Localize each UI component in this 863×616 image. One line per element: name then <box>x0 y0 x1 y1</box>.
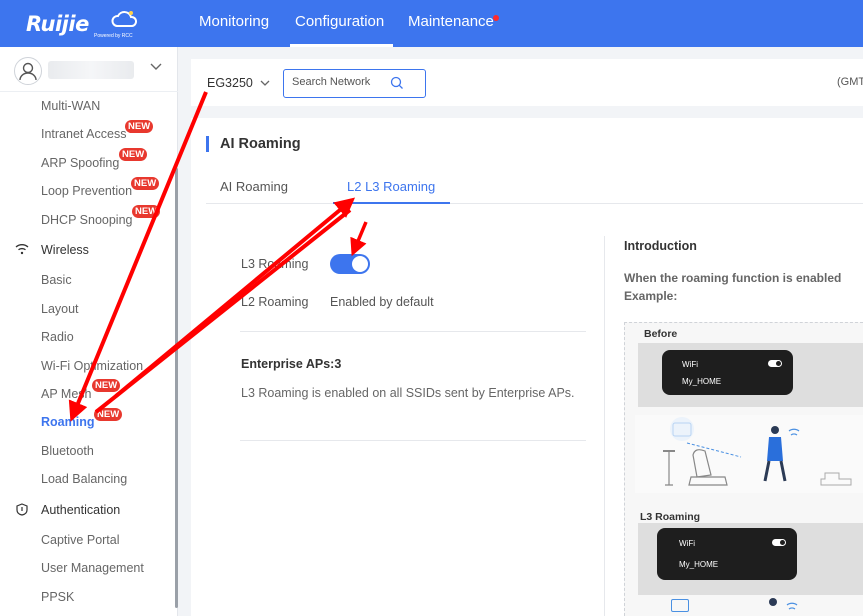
roaming-scene-icon <box>635 415 863 493</box>
new-badge: NEW <box>132 205 161 218</box>
sidebar-item-bluetooth[interactable]: Bluetooth <box>41 444 94 458</box>
nav-monitoring[interactable]: Monitoring <box>199 13 269 30</box>
phone-wifi-label: WiFi <box>682 360 698 369</box>
new-badge: NEW <box>125 120 154 133</box>
main-panel: AI Roaming AI Roaming L2 L3 Roaming L3 R… <box>191 118 863 616</box>
sidebar-scrollbar[interactable] <box>175 168 178 608</box>
section-title-accent <box>206 136 209 152</box>
introduction-text: When the roaming function is enabled Exa… <box>624 269 863 305</box>
new-badge: NEW <box>119 148 148 161</box>
search-icon[interactable] <box>390 76 404 90</box>
toolbar: EG3250 (GMT <box>191 59 863 106</box>
device-selector[interactable]: EG3250 <box>207 76 253 90</box>
introduction-line: When the roaming function is enabled <box>624 271 842 285</box>
sidebar-item-user-management[interactable]: User Management <box>41 561 144 575</box>
shield-icon <box>16 503 28 516</box>
l2-roaming-value: Enabled by default <box>330 295 434 309</box>
nav-maintenance[interactable]: Maintenance <box>408 13 494 30</box>
logo-text: Ruijie <box>26 12 89 36</box>
before-label: Before <box>644 328 678 340</box>
enterprise-aps-description: L3 Roaming is enabled on all SSIDs sent … <box>241 386 575 400</box>
top-nav-bar: Ruijie Powered by RCC Monitoring Configu… <box>0 0 863 47</box>
logo-tagline: Powered by RCC <box>94 33 133 39</box>
chevron-down-icon[interactable] <box>259 79 271 87</box>
tab-l2-l3-roaming[interactable]: L2 L3 Roaming <box>347 179 435 194</box>
enterprise-aps-title: Enterprise APs:3 <box>241 357 342 371</box>
sidebar-item-loop-prevention[interactable]: Loop Prevention <box>41 184 132 198</box>
sidebar-item-basic[interactable]: Basic <box>41 273 72 287</box>
tab-ai-roaming[interactable]: AI Roaming <box>220 179 288 194</box>
user-menu[interactable] <box>0 47 178 92</box>
phone-wifi-label: WiFi <box>679 539 695 548</box>
sidebar: Multi-WAN Intranet Access NEW ARP Spoofi… <box>0 47 178 616</box>
phone-mockup: WiFi My_HOME <box>657 528 797 580</box>
new-badge: NEW <box>94 408 123 421</box>
phone-toggle <box>772 539 786 546</box>
roaming-illustration: Before WiFi My_HOME L3 Roaming WiFi My_H… <box>624 322 863 616</box>
column-separator <box>604 236 605 616</box>
phone-ssid-label: My_HOME <box>679 560 719 569</box>
search-input[interactable] <box>292 76 392 88</box>
ruijie-logo[interactable]: Ruijie Powered by RCC <box>26 8 138 40</box>
wifi-icon <box>15 244 29 255</box>
l3-roaming-label: L3 Roaming <box>241 257 309 271</box>
sidebar-item-multi-wan[interactable]: Multi-WAN <box>41 99 100 113</box>
nav-active-indicator <box>290 44 393 47</box>
avatar[interactable] <box>14 57 42 85</box>
sidebar-item-load-balancing[interactable]: Load Balancing <box>41 472 127 486</box>
username-blurred <box>48 61 134 79</box>
phone-mockup: WiFi My_HOME <box>662 350 793 395</box>
page-title: AI Roaming <box>220 136 301 152</box>
l3-roaming-toggle[interactable] <box>330 254 370 274</box>
user-icon <box>19 62 37 81</box>
sidebar-item-arp-spoofing[interactable]: ARP Spoofing <box>41 156 119 170</box>
sidebar-item-ppsk[interactable]: PPSK <box>41 590 74 604</box>
sidebar-item-ap-mesh[interactable]: AP Mesh <box>41 387 92 401</box>
sidebar-item-intranet-access[interactable]: Intranet Access <box>41 127 126 141</box>
notification-dot <box>493 15 499 21</box>
sidebar-group-wireless[interactable]: Wireless <box>41 243 89 257</box>
sidebar-item-captive-portal[interactable]: Captive Portal <box>41 533 120 547</box>
sidebar-group-authentication[interactable]: Authentication <box>41 503 120 517</box>
new-badge: NEW <box>131 177 160 190</box>
introduction-example-label: Example: <box>624 289 678 303</box>
ap-icon <box>671 599 689 612</box>
divider <box>240 331 586 332</box>
cloud-icon <box>111 11 137 27</box>
phone-ssid-label: My_HOME <box>682 377 722 386</box>
timezone-label: (GMT <box>837 76 863 88</box>
l2-roaming-label: L2 Roaming <box>241 295 309 309</box>
search-box[interactable] <box>283 69 426 98</box>
divider <box>240 440 586 441</box>
chevron-down-icon[interactable] <box>149 62 163 72</box>
new-badge: NEW <box>92 379 121 392</box>
sidebar-item-radio[interactable]: Radio <box>41 330 74 344</box>
sidebar-item-wifi-optimization[interactable]: Wi-Fi Optimization <box>41 359 143 373</box>
tab-active-indicator <box>333 202 450 204</box>
person-wifi-icon <box>769 598 798 610</box>
nav-configuration[interactable]: Configuration <box>295 13 384 30</box>
sidebar-item-dhcp-snooping[interactable]: DHCP Snooping <box>41 213 133 227</box>
introduction-title: Introduction <box>624 239 697 253</box>
sidebar-item-layout[interactable]: Layout <box>41 302 79 316</box>
phone-toggle <box>768 360 782 367</box>
sidebar-item-roaming[interactable]: Roaming <box>41 415 94 429</box>
toggle-knob <box>352 256 368 272</box>
tabs-divider <box>206 203 863 204</box>
l3-roaming-illustration-label: L3 Roaming <box>640 511 701 523</box>
